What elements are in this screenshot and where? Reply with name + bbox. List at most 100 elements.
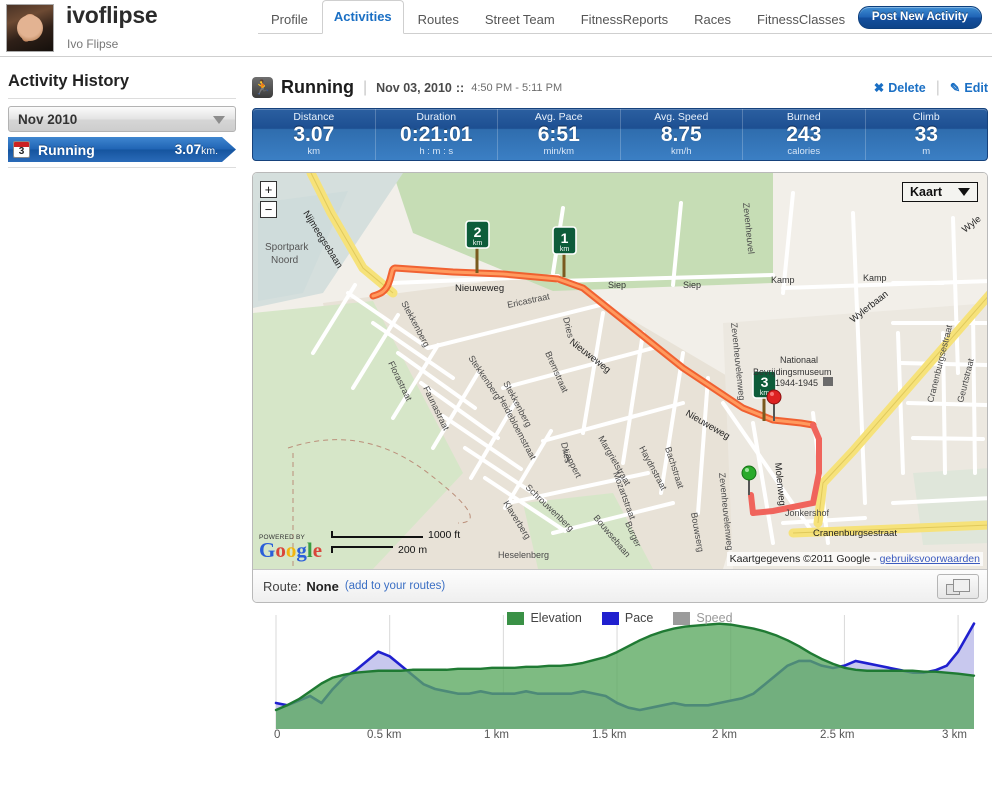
svg-text:Kamp: Kamp xyxy=(771,275,795,285)
route-bar: Route: None (add to your routes) xyxy=(253,569,987,602)
x-tick-label: 2.5 km xyxy=(820,729,855,741)
km-marker-1: 1 km xyxy=(552,226,577,255)
add-to-routes-link[interactable]: (add to your routes) xyxy=(345,580,445,592)
delete-label: Delete xyxy=(888,80,926,95)
tab-fitness-classes[interactable]: FitnessClasses xyxy=(745,5,857,34)
km-marker-2: 2 km xyxy=(465,220,490,249)
main-content: 🏃 Running | Nov 03, 2010 :: 4:50 PM - 5:… xyxy=(248,58,992,751)
google-logo: POWERED BY Google xyxy=(259,534,322,561)
stat-label: Duration xyxy=(416,111,457,124)
terms-of-use-link[interactable]: gebruiksvoorwaarden xyxy=(880,553,980,565)
legend-label-elevation: Elevation xyxy=(530,611,582,625)
logo-letter: g xyxy=(296,538,307,563)
route-value: None xyxy=(306,578,339,594)
chevron-down-icon xyxy=(958,188,970,196)
realname: Ivo Flipse xyxy=(67,37,119,51)
activity-time-range: 4:50 PM - 5:11 PM xyxy=(471,81,563,94)
sidebar: Activity History Nov 2010 3 Running 3.07… xyxy=(0,58,244,168)
stat-value: 6:51 xyxy=(537,122,580,146)
stat-climb: Climb 33 m xyxy=(866,109,988,160)
svg-text:Kamp: Kamp xyxy=(863,273,887,283)
svg-text:Siep: Siep xyxy=(608,280,626,290)
stat-burned: Burned 243 calories xyxy=(743,109,866,160)
map-graphics: .rd{stroke:#ffffff;fill:none;stroke-line… xyxy=(253,173,987,569)
svg-text:Cranenburgsestraat: Cranenburgsestraat xyxy=(813,528,897,539)
sidebar-item-label: Running xyxy=(38,141,95,158)
sidebar-item-distance-value: 3.07 xyxy=(174,142,202,157)
svg-text:Nationaal: Nationaal xyxy=(780,355,818,365)
logo-letter: o xyxy=(285,538,297,563)
activity-actions: ✖ Delete | ✎ Edit xyxy=(874,79,988,97)
sidebar-item-running[interactable]: 3 Running 3.07km. xyxy=(8,137,236,162)
main-nav: Profile Activities Routes Street Team Fi… xyxy=(258,0,858,34)
tab-profile[interactable]: Profile xyxy=(259,5,320,34)
x-tick-label: 2 km xyxy=(712,729,737,741)
x-tick-label: 1 km xyxy=(484,729,509,741)
activity-date: Nov 03, 2010 xyxy=(376,80,452,95)
stat-label: Avg. Speed xyxy=(654,111,709,124)
legend-swatch-elevation xyxy=(507,611,525,625)
fullscreen-icon[interactable] xyxy=(937,574,979,599)
zoom-out-button[interactable]: − xyxy=(260,201,277,218)
stat-unit: min/km xyxy=(543,146,575,158)
stat-duration: Duration 0:21:01 h : m : s xyxy=(376,109,498,160)
month-select[interactable]: Nov 2010 xyxy=(8,106,236,132)
stat-value: 33 xyxy=(914,122,938,146)
pencil-icon: ✎ xyxy=(949,81,961,95)
sidebar-divider-2 xyxy=(8,167,236,168)
scale-metric-label: 200 m xyxy=(398,543,428,556)
post-new-activity-button[interactable]: Post New Activity xyxy=(857,6,982,29)
date-time-separator: :: xyxy=(455,80,465,95)
header-separator: | xyxy=(362,78,368,96)
sidebar-divider xyxy=(8,98,236,99)
svg-text:Nieuweweg: Nieuweweg xyxy=(455,283,504,294)
calendar-icon: 3 xyxy=(13,141,30,158)
map-scale-bar: 1000 ft 200 m xyxy=(331,527,460,557)
tab-fitness-reports[interactable]: FitnessReports xyxy=(569,5,680,34)
stat-value: 8.75 xyxy=(660,122,702,146)
activity-title: Running xyxy=(281,77,354,97)
stat-label: Distance xyxy=(293,111,335,124)
svg-text:Noord: Noord xyxy=(271,255,298,266)
delete-icon: ✖ xyxy=(873,81,885,95)
chevron-down-icon xyxy=(213,116,225,124)
svg-text:Siep: Siep xyxy=(683,280,701,290)
stat-unit: km/h xyxy=(670,146,692,158)
edit-button[interactable]: ✎ Edit xyxy=(949,80,988,96)
stat-label: Burned xyxy=(786,111,821,124)
tab-activities[interactable]: Activities xyxy=(321,0,404,34)
sidebar-item-arrow xyxy=(222,137,236,162)
username: ivoflipse xyxy=(66,2,158,28)
logo-letter: e xyxy=(312,538,323,563)
scale-line-metric xyxy=(331,546,393,553)
stat-distance: Distance 3.07 km xyxy=(253,109,376,160)
sidebar-item-distance-unit: km. xyxy=(201,145,218,157)
svg-text:1944-1945: 1944-1945 xyxy=(775,378,818,388)
tab-street-team[interactable]: Street Team xyxy=(473,5,567,34)
legend-item-speed[interactable]: Speed xyxy=(673,611,733,625)
edit-label: Edit xyxy=(964,80,988,95)
svg-text:1: 1 xyxy=(561,230,569,246)
legend-item-elevation[interactable]: Elevation xyxy=(507,611,582,625)
map-canvas[interactable]: .rd{stroke:#ffffff;fill:none;stroke-line… xyxy=(253,173,987,569)
scale-metric-row: 200 m xyxy=(331,542,460,557)
stat-unit: calories xyxy=(787,146,821,158)
zoom-in-button[interactable]: + xyxy=(260,181,277,198)
tab-races[interactable]: Races xyxy=(682,5,743,34)
delete-button[interactable]: ✖ Delete xyxy=(873,80,926,96)
avatar[interactable] xyxy=(6,4,54,52)
tab-routes[interactable]: Routes xyxy=(406,5,471,34)
x-tick-label: 0.5 km xyxy=(367,729,402,741)
elevation-pace-chart[interactable]: Elevation Pace Speed 0 0.5 km 1 km 1.5 k… xyxy=(252,611,988,751)
stat-label: Climb xyxy=(912,111,940,124)
map-type-selector[interactable]: Kaart xyxy=(902,182,978,202)
attribution-text: Kaartgegevens ©2011 Google - xyxy=(729,553,880,565)
svg-text:Bevrijdingsmuseum: Bevrijdingsmuseum xyxy=(753,367,832,377)
legend-item-pace[interactable]: Pace xyxy=(601,611,653,625)
map-panel: .rd{stroke:#ffffff;fill:none;stroke-line… xyxy=(252,172,988,603)
legend-swatch-speed xyxy=(673,611,691,625)
stat-value: 243 xyxy=(786,122,822,146)
top-bar: ivoflipse Ivo Flipse Profile Activities … xyxy=(0,0,992,57)
stat-unit: km xyxy=(307,146,321,158)
map-type-label: Kaart xyxy=(910,185,942,199)
